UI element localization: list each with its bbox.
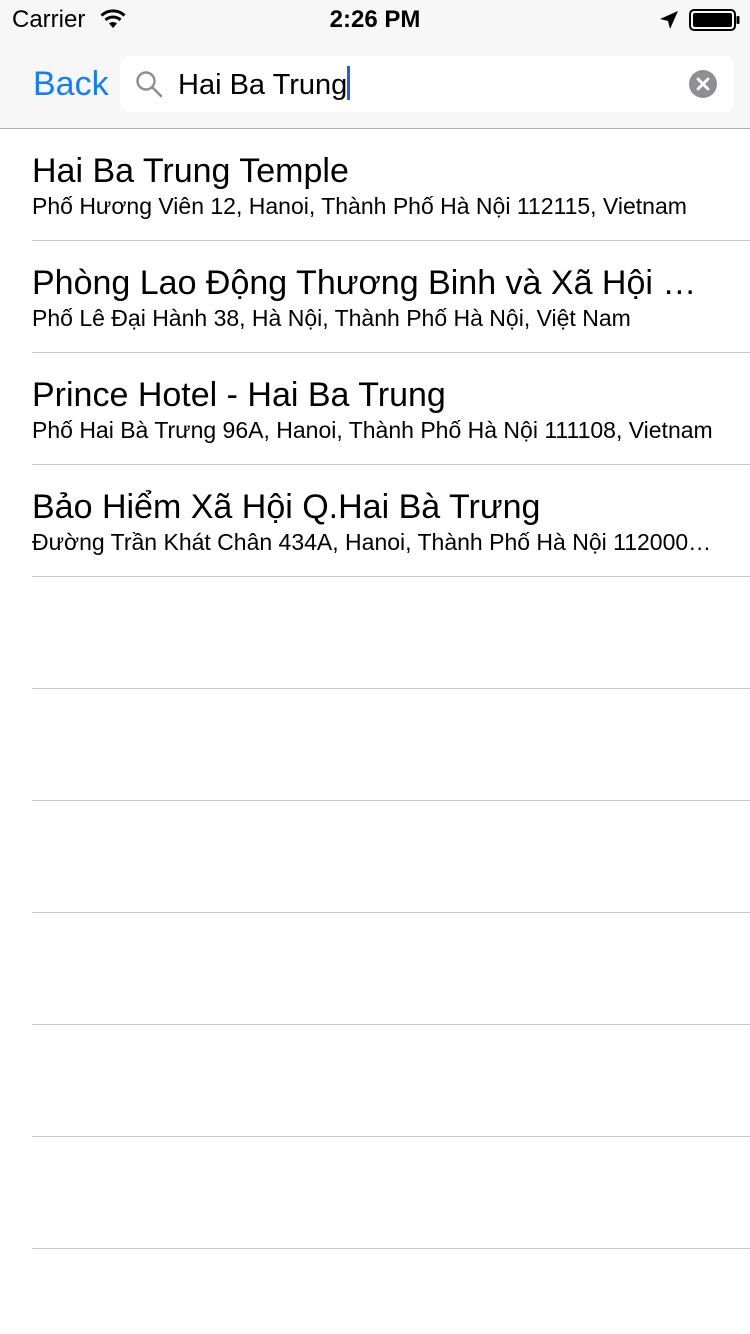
empty-row-divider	[32, 913, 750, 1025]
status-bar: Carrier 2:26 PM	[0, 0, 750, 40]
empty-row-divider	[32, 801, 750, 913]
navigation-bar: Back Hai Ba Trung	[0, 40, 750, 129]
text-cursor	[347, 66, 351, 100]
result-row[interactable]: Phòng Lao Động Thương Binh và Xã Hội Q.H…	[32, 241, 750, 353]
result-title: Bảo Hiểm Xã Hội Q.Hai Bà Trưng	[32, 488, 541, 526]
results-list: Hai Ba Trung Temple Phố Hương Viên 12, H…	[0, 129, 750, 1249]
result-title: Prince Hotel - Hai Ba Trung	[32, 376, 446, 414]
result-row[interactable]: Bảo Hiểm Xã Hội Q.Hai Bà Trưng Đường Trầ…	[32, 465, 750, 577]
result-row[interactable]: Prince Hotel - Hai Ba Trung Phố Hai Bà T…	[32, 353, 750, 465]
clear-icon[interactable]	[689, 70, 717, 98]
empty-row-divider	[32, 1137, 750, 1249]
search-icon	[136, 71, 163, 98]
search-input[interactable]: Hai Ba Trung	[120, 56, 734, 112]
result-row[interactable]: Hai Ba Trung Temple Phố Hương Viên 12, H…	[32, 129, 750, 241]
search-input-value[interactable]: Hai Ba Trung	[178, 66, 351, 103]
result-title: Phòng Lao Động Thương Binh và Xã Hội Q.H…	[32, 264, 716, 302]
location-arrow-icon	[660, 11, 678, 29]
empty-row-divider	[32, 689, 750, 801]
empty-row-divider	[32, 577, 750, 689]
result-title: Hai Ba Trung Temple	[32, 152, 349, 190]
battery-icon	[689, 9, 740, 31]
search-query-text: Hai Ba Trung	[178, 69, 348, 101]
result-address: Phố Lê Đại Hành 38, Hà Nội, Thành Phố Hà…	[32, 305, 631, 331]
result-address: Đường Trần Khát Chân 434A, Hanoi, Thành …	[32, 529, 716, 555]
result-address: Phố Hai Bà Trưng 96A, Hanoi, Thành Phố H…	[32, 417, 713, 443]
status-time: 2:26 PM	[329, 6, 421, 33]
empty-row-divider	[32, 1025, 750, 1137]
result-address: Phố Hương Viên 12, Hanoi, Thành Phố Hà N…	[32, 193, 687, 219]
back-button[interactable]: Back	[33, 64, 109, 104]
search-screen: Carrier 2:26 PM Back Hai Ba Trung Hai Ba…	[0, 0, 750, 1334]
